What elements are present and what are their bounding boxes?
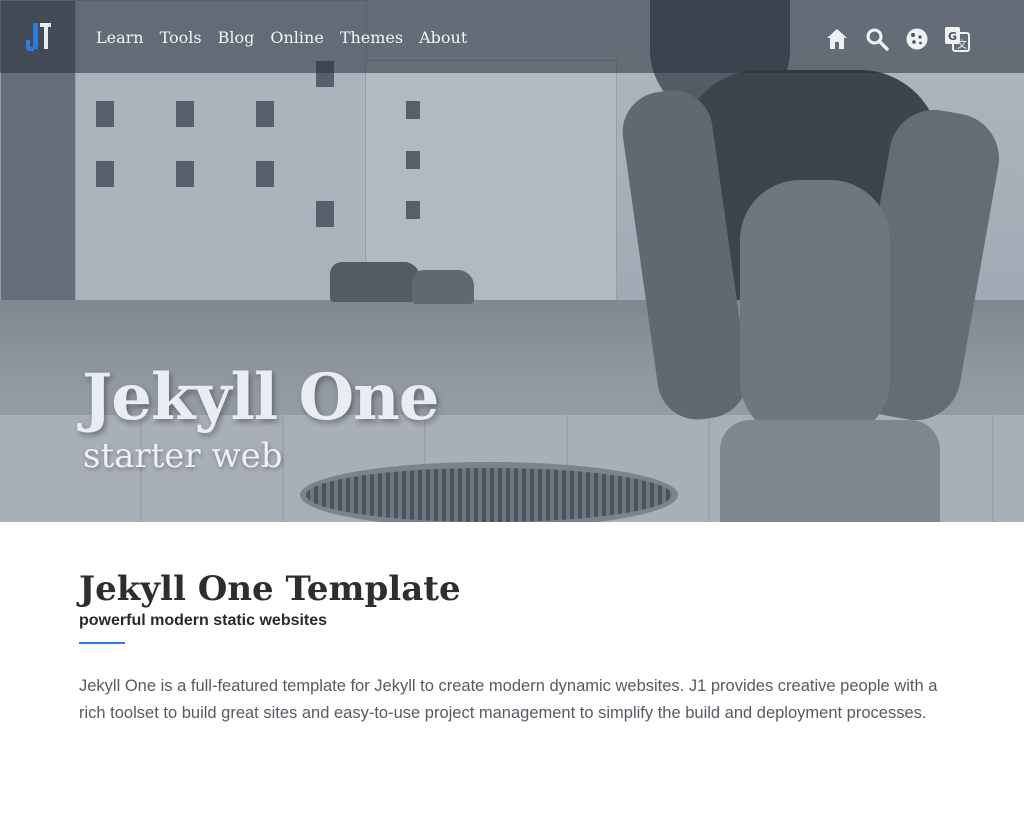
site-logo[interactable] (20, 20, 54, 54)
svg-text:G: G (948, 30, 957, 43)
j1-logo-icon (26, 23, 51, 51)
nav-themes[interactable]: Themes (332, 26, 411, 50)
accent-divider (79, 642, 125, 644)
nav-tools[interactable]: Tools (152, 26, 210, 50)
intro-section: Jekyll One Template powerful modern stat… (79, 568, 939, 726)
nav-icons: G文 (824, 26, 970, 52)
nav-online[interactable]: Online (262, 26, 331, 50)
intro-paragraph: Jekyll One is a full-featured template f… (79, 677, 938, 722)
hero-tagline: starter web (83, 436, 283, 476)
section-subtitle: powerful modern static websites (79, 612, 328, 629)
translate-icon[interactable]: G文 (944, 26, 970, 52)
hero-title: Jekyll One (82, 360, 439, 435)
section-title: Jekyll One Template (79, 569, 461, 609)
svg-text:文: 文 (957, 38, 967, 51)
nav-blog[interactable]: Blog (210, 26, 263, 50)
navbar: Learn Tools Blog Online Themes About G文 (0, 0, 1024, 73)
nav-links: Learn Tools Blog Online Themes About (88, 26, 475, 50)
search-icon[interactable] (864, 26, 890, 52)
nav-learn[interactable]: Learn (88, 26, 152, 50)
hero-banner: Jekyll One starter web (0, 0, 1024, 522)
nav-about[interactable]: About (411, 26, 475, 50)
cookie-icon[interactable] (904, 26, 930, 52)
home-icon[interactable] (824, 26, 850, 52)
